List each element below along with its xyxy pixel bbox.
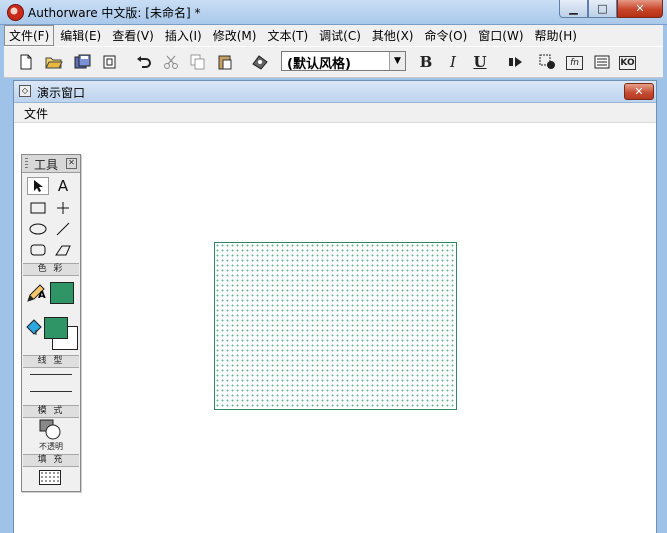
line-color-swatch[interactable] bbox=[50, 282, 74, 304]
italic-button[interactable]: I bbox=[443, 52, 463, 72]
cut-icon[interactable] bbox=[161, 52, 181, 72]
authorware-logo-icon bbox=[7, 4, 24, 21]
app-window: Authorware 中文版: [未命名] * ▁ □ ✕ 文件(F) 编辑(E… bbox=[0, 0, 667, 533]
rounded-rectangle-tool-icon[interactable] bbox=[27, 241, 49, 259]
diagonal-line-tool-icon[interactable] bbox=[52, 220, 74, 238]
tool-palette: 工具 ✕ A 色 彩 A 线 型 模 式 不透明 填 充 bbox=[21, 154, 81, 492]
menu-other[interactable]: 其他(X) bbox=[367, 25, 419, 46]
presentation-window-title: 演示窗口 bbox=[37, 86, 86, 100]
bold-button[interactable]: B bbox=[416, 52, 436, 72]
variables-window-icon[interactable] bbox=[592, 52, 612, 72]
chevron-down-icon[interactable]: ▼ bbox=[389, 52, 405, 70]
menu-modify[interactable]: 修改(M) bbox=[208, 25, 262, 46]
line-style-thin[interactable] bbox=[30, 374, 72, 375]
cross-line-tool-icon[interactable] bbox=[52, 199, 74, 217]
maximize-icon[interactable]: □ bbox=[588, 0, 617, 18]
presentation-window-title-bar: ◇ 演示窗口 ✕ bbox=[14, 81, 656, 103]
menu-text[interactable]: 文本(T) bbox=[262, 25, 313, 46]
functions-window-icon[interactable]: fn bbox=[566, 56, 583, 70]
save-all-icon[interactable] bbox=[73, 52, 93, 72]
presentation-window: ◇ 演示窗口 ✕ 文件 工具 ✕ A 色 彩 A 线 型 模 式 不透明 填 充 bbox=[13, 80, 657, 533]
underline-button[interactable]: U bbox=[470, 52, 490, 72]
ellipse-tool-icon[interactable] bbox=[27, 220, 49, 238]
menu-insert[interactable]: 插入(I) bbox=[160, 25, 207, 46]
pointer-tool-icon[interactable] bbox=[27, 177, 49, 195]
minimize-icon[interactable]: ▁ bbox=[559, 0, 588, 18]
fill-color-swatch[interactable] bbox=[44, 317, 68, 339]
menu-edit[interactable]: 编辑(E) bbox=[55, 25, 106, 46]
fill-section-label: 填 充 bbox=[23, 454, 79, 467]
paint-bucket-icon bbox=[24, 316, 44, 338]
fill-pattern-swatch[interactable] bbox=[39, 470, 61, 485]
menu-command[interactable]: 命令(O) bbox=[419, 25, 472, 46]
menu-bar: 文件(F) 编辑(E) 查看(V) 插入(I) 修改(M) 文本(T) 调试(C… bbox=[4, 25, 663, 46]
window-title: Authorware 中文版: [未命名] * bbox=[28, 6, 201, 20]
drawn-rectangle[interactable] bbox=[214, 242, 457, 410]
polygon-tool-icon[interactable] bbox=[52, 241, 74, 259]
knowledge-objects-icon[interactable]: KO bbox=[619, 56, 636, 70]
new-file-icon[interactable] bbox=[16, 52, 36, 72]
window-controls: ▁ □ ✕ bbox=[559, 0, 663, 18]
grip-icon[interactable] bbox=[25, 158, 28, 169]
toolbar: (默认风格) ▼ B I U fn KO bbox=[4, 46, 663, 78]
import-icon[interactable] bbox=[100, 52, 120, 72]
text-tool-icon[interactable]: A bbox=[52, 177, 74, 195]
text-color-marker: A bbox=[38, 290, 46, 301]
opaque-mode-icon[interactable] bbox=[38, 419, 62, 441]
text-style-dropdown[interactable]: (默认风格) ▼ bbox=[281, 51, 406, 72]
title-bar: Authorware 中文版: [未命名] * ▁ □ ✕ bbox=[0, 0, 667, 25]
menu-debug[interactable]: 调试(C) bbox=[314, 25, 366, 46]
open-folder-icon[interactable] bbox=[44, 52, 64, 72]
run-icon[interactable] bbox=[506, 52, 526, 72]
mode-value-label: 不透明 bbox=[39, 442, 63, 451]
menu-help[interactable]: 帮助(H) bbox=[530, 25, 582, 46]
presentation-menu-bar: 文件 bbox=[14, 103, 656, 123]
find-replace-icon[interactable] bbox=[250, 52, 270, 72]
undo-icon[interactable] bbox=[134, 52, 154, 72]
menu-window[interactable]: 窗口(W) bbox=[473, 25, 528, 46]
paste-icon[interactable] bbox=[215, 52, 235, 72]
presentation-window-icon: ◇ bbox=[19, 85, 31, 97]
copy-icon[interactable] bbox=[188, 52, 208, 72]
line-style-none[interactable] bbox=[30, 391, 72, 392]
close-icon[interactable]: ✕ bbox=[617, 0, 663, 18]
menu-view[interactable]: 查看(V) bbox=[107, 25, 159, 46]
menu-file[interactable]: 文件(F) bbox=[4, 25, 55, 46]
tool-palette-title: 工具 bbox=[34, 158, 59, 172]
close-icon[interactable]: ✕ bbox=[66, 158, 77, 169]
color-section-label: 色 彩 bbox=[23, 263, 79, 276]
mode-section-label: 模 式 bbox=[23, 405, 79, 418]
rectangle-tool-icon[interactable] bbox=[27, 199, 49, 217]
close-icon[interactable]: ✕ bbox=[624, 83, 654, 100]
tool-palette-title-bar[interactable]: 工具 ✕ bbox=[22, 155, 80, 173]
line-style-section-label: 线 型 bbox=[23, 355, 79, 368]
presentation-menu-file[interactable]: 文件 bbox=[24, 105, 48, 122]
control-panel-icon[interactable] bbox=[538, 52, 558, 72]
text-style-value: (默认风格) bbox=[287, 57, 351, 72]
